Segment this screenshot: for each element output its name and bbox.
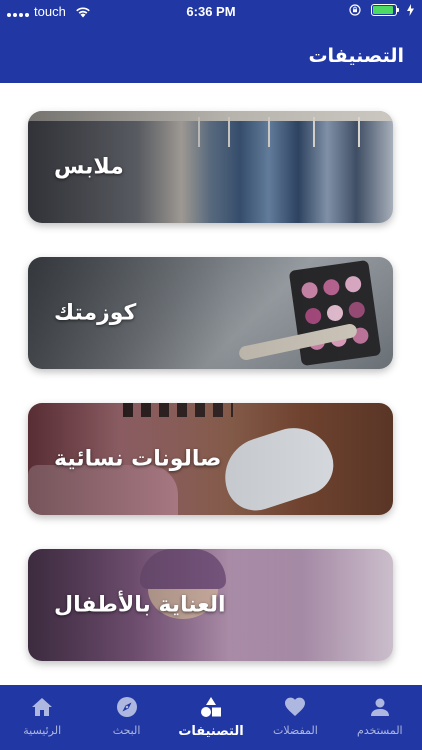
tab-favorites[interactable]: المفضلات xyxy=(253,685,337,750)
category-list: ملابس كوزمتك صالونات نسائية العناية بالأ… xyxy=(0,83,422,685)
compass-icon xyxy=(116,697,137,717)
tab-label: الرئيسية xyxy=(23,724,62,737)
category-label: العناية بالأطفال xyxy=(54,592,226,618)
tab-user[interactable]: المستخدم xyxy=(338,685,422,750)
tab-home[interactable]: الرئيسية xyxy=(0,685,84,750)
category-card-clothes[interactable]: ملابس xyxy=(28,111,393,223)
tab-categories[interactable]: التصنيفات xyxy=(169,685,253,750)
category-card-cosmetics[interactable]: كوزمتك xyxy=(28,257,393,369)
category-card-baby-care[interactable]: العناية بالأطفال xyxy=(28,549,393,661)
category-label: ملابس xyxy=(54,154,124,180)
user-icon xyxy=(370,698,389,716)
status-right xyxy=(349,4,414,16)
rotation-lock-icon xyxy=(349,4,361,16)
category-label: صالونات نسائية xyxy=(54,446,222,472)
charging-icon xyxy=(407,4,414,16)
heart-icon xyxy=(285,697,306,716)
tab-label: البحث xyxy=(112,724,141,737)
tab-label: المفضلات xyxy=(273,724,318,737)
status-bar: touch 6:36 PM xyxy=(0,0,422,24)
battery-icon xyxy=(371,4,399,16)
category-card-salons[interactable]: صالونات نسائية xyxy=(28,403,393,515)
page-title: التصنيفات xyxy=(308,45,404,67)
tab-label: التصنيفات xyxy=(178,724,244,739)
tab-label: المستخدم xyxy=(357,724,403,737)
home-icon xyxy=(32,698,53,716)
top-app-bar: touch 6:36 PM التصنيفات xyxy=(0,0,422,83)
shapes-icon xyxy=(201,697,222,717)
tab-search[interactable]: البحث xyxy=(84,685,168,750)
category-label: كوزمتك xyxy=(54,300,137,326)
bottom-tab-bar: الرئيسية البحث التصنيفات المفضلات المستخ… xyxy=(0,685,422,750)
